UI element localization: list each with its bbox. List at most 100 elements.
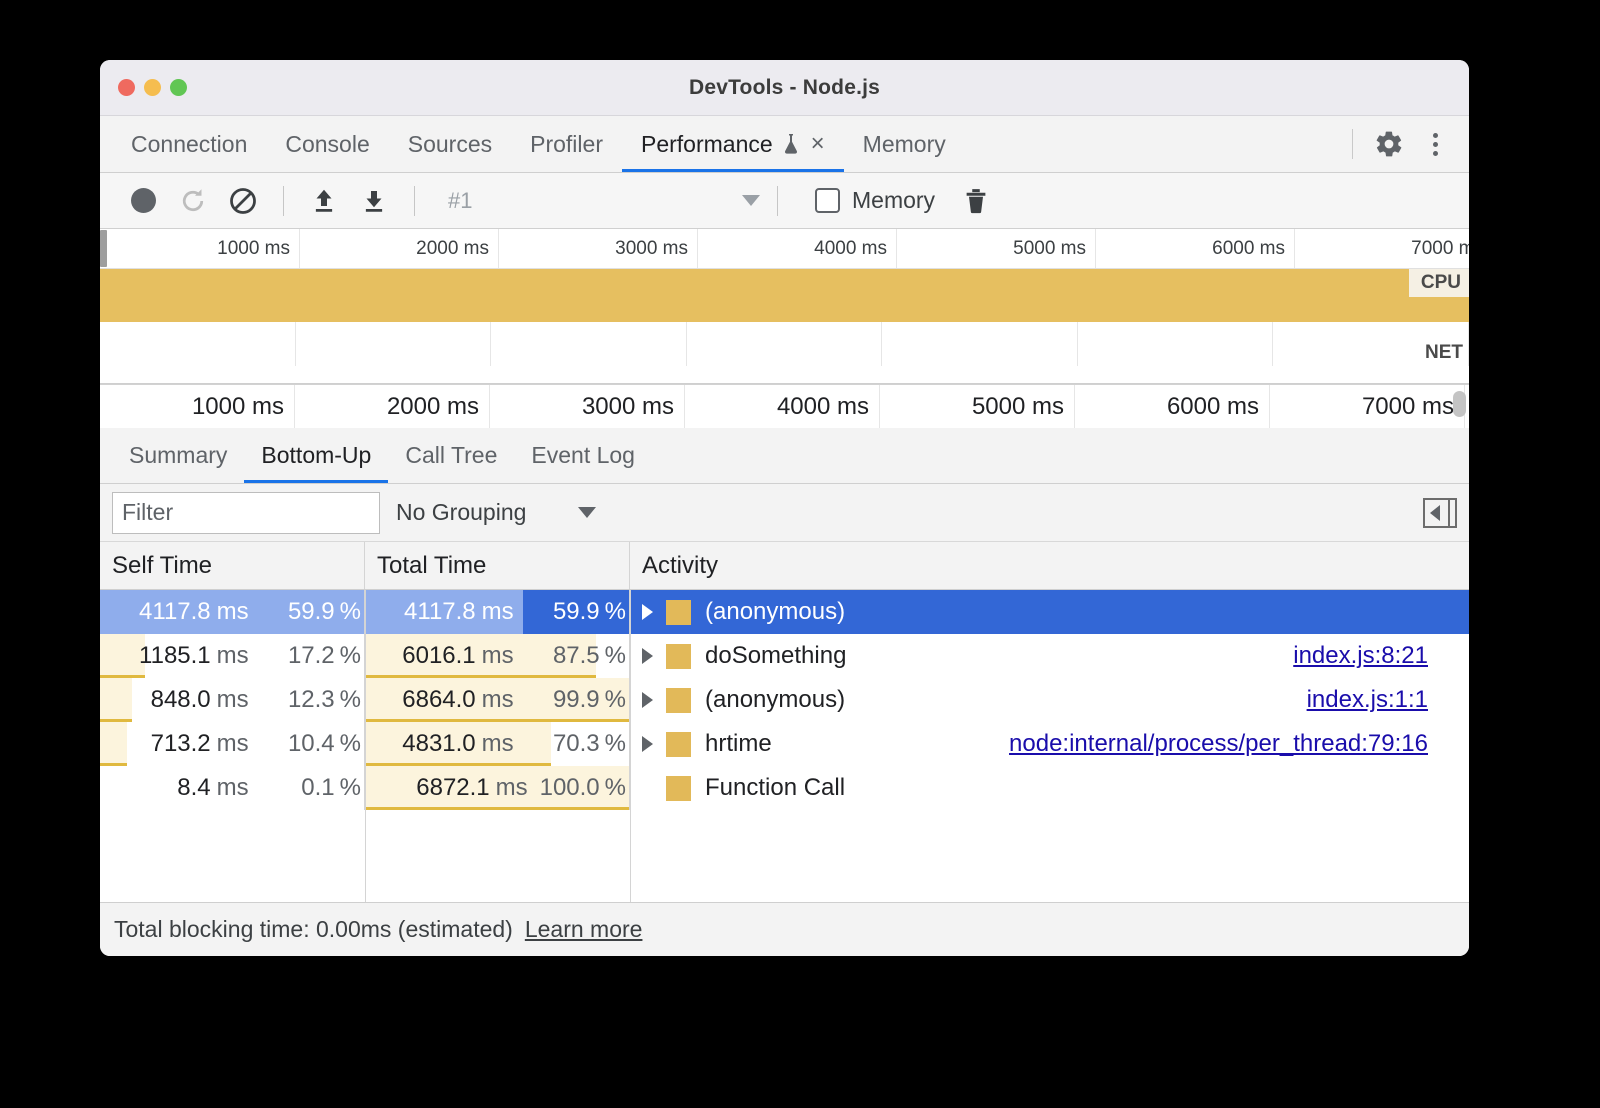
table-body: 4117.8 ms 59.9 % 4117.8 ms 59.9 % [100,590,1469,902]
main-tab-bar: Connection Console Sources Profiler Perf… [100,116,1469,173]
gear-icon[interactable] [1369,124,1409,164]
self-time-unit: ms [217,598,249,626]
activity-color-swatch [666,776,691,801]
table-row[interactable]: 8.4 ms 0.1 % 6872.1 ms 100.0 % [100,766,1469,810]
devtools-window: DevTools - Node.js Connection Console So… [100,60,1469,956]
cell-total-time: 6872.1 ms 100.0 % [365,766,630,810]
expand-arrow-icon[interactable] [642,604,653,620]
grouping-dropdown[interactable]: No Grouping [396,499,596,526]
tab-call-tree[interactable]: Call Tree [388,428,514,483]
cpu-usage-band: CPU [100,269,1469,322]
self-time-percent: 59.9 [263,598,335,626]
tab-sources[interactable]: Sources [389,116,511,172]
ruler-tick: 7000 ms [1270,385,1465,428]
self-time-bar [100,678,132,722]
expand-arrow-icon[interactable] [642,692,653,708]
memory-checkbox-label: Memory [852,187,935,214]
total-time-unit: ms [496,774,528,802]
percent-symbol: % [340,730,361,758]
total-time-value: 6864.0 [402,686,475,714]
tab-console[interactable]: Console [266,116,388,172]
source-link[interactable]: node:internal/process/per_thread:79:16 [1009,730,1428,758]
tabbar-actions [1342,116,1469,172]
timeline-scrollbar-thumb[interactable] [1453,391,1466,417]
column-header-activity[interactable]: Activity [630,542,1469,589]
source-link[interactable]: index.js:1:1 [1307,686,1428,714]
reload-icon[interactable] [170,179,216,223]
total-time-unit: ms [482,642,514,670]
source-link[interactable]: index.js:8:21 [1293,642,1428,670]
tab-summary[interactable]: Summary [112,428,244,483]
tab-label: Performance [641,131,773,158]
download-arrow-icon[interactable] [351,179,397,223]
ruler-tick: 3000 ms [490,385,685,428]
upload-arrow-icon[interactable] [301,179,347,223]
filter-input[interactable] [112,492,380,534]
activity-name: (anonymous) [705,686,845,714]
activity-name: doSomething [705,642,846,670]
total-time-value: 4831.0 [402,730,475,758]
divider [283,186,284,216]
tab-event-log[interactable]: Event Log [514,428,652,483]
table-row[interactable]: 848.0 ms 12.3 % 6864.0 ms 99.9 % [100,678,1469,722]
tab-label: Call Tree [405,442,497,469]
window-title: DevTools - Node.js [100,76,1469,100]
no-entry-icon[interactable] [220,179,266,223]
column-header-self-time[interactable]: Self Time [100,542,365,589]
column-header-total-time[interactable]: Total Time [365,542,630,589]
table-header-row: Self Time Total Time Activity [100,542,1469,590]
kebab-menu-icon[interactable] [1415,124,1455,164]
total-time-percent: 59.9 [528,598,600,626]
tab-connection[interactable]: Connection [112,116,266,172]
total-time-percent: 70.3 [528,730,600,758]
total-time-value: 4117.8 [404,598,476,626]
self-time-value: 848.0 [151,686,211,714]
timeline-ruler-bottom: 1000 ms 2000 ms 3000 ms 4000 ms 5000 ms … [100,384,1469,428]
ruler-tick: 4000 ms [698,229,897,268]
collapse-sidebar-icon[interactable] [1423,498,1457,528]
percent-symbol: % [605,642,626,670]
percent-symbol: % [340,774,361,802]
ruler-tick: 7000 ms [1295,229,1469,268]
cell-activity: doSomething index.js:8:21 [630,634,1469,678]
close-icon[interactable]: × [811,132,825,156]
cell-activity: (anonymous) index.js:1:1 [630,678,1469,722]
activity-color-swatch [666,644,691,669]
percent-symbol: % [340,686,361,714]
filter-bar: No Grouping [100,484,1469,542]
percent-symbol: % [340,598,361,626]
timeline-overview[interactable]: 1000 ms 2000 ms 3000 ms 4000 ms 5000 ms … [100,229,1469,384]
tab-label: Event Log [531,442,635,469]
trash-icon[interactable] [953,179,999,223]
self-time-unit: ms [217,642,249,670]
tab-label: Connection [131,131,247,158]
self-time-percent: 17.2 [263,642,335,670]
record-circle-icon[interactable] [120,179,166,223]
table-row[interactable]: 4117.8 ms 59.9 % 4117.8 ms 59.9 % [100,590,1469,634]
grouping-label: No Grouping [396,499,526,526]
tab-profiler[interactable]: Profiler [511,116,622,172]
table-row[interactable]: 1185.1 ms 17.2 % 6016.1 ms 87.5 % [100,634,1469,678]
activity-color-swatch [666,600,691,625]
blocking-time-text: Total blocking time: 0.00ms (estimated) [114,916,513,943]
tab-memory[interactable]: Memory [844,116,965,172]
checkbox-box[interactable] [815,188,840,213]
activity-color-swatch [666,688,691,713]
self-time-percent: 10.4 [263,730,335,758]
memory-checkbox[interactable]: Memory [815,187,935,214]
percent-symbol: % [605,598,626,626]
expand-arrow-icon[interactable] [642,648,653,664]
learn-more-link[interactable]: Learn more [525,916,643,943]
cell-self-time: 1185.1 ms 17.2 % [100,634,365,678]
cell-total-time: 4831.0 ms 70.3 % [365,722,630,766]
total-time-value: 6016.1 [402,642,475,670]
ruler-tick: 1000 ms [100,385,295,428]
caret-down-icon[interactable] [742,195,760,206]
timeline-ruler-top: 1000 ms 2000 ms 3000 ms 4000 ms 5000 ms … [100,229,1469,269]
tab-label: Console [285,131,369,158]
expand-arrow-icon[interactable] [642,736,653,752]
table-row[interactable]: 713.2 ms 10.4 % 4831.0 ms 70.3 % [100,722,1469,766]
tab-performance[interactable]: Performance × [622,116,844,172]
tab-bottom-up[interactable]: Bottom-Up [244,428,388,483]
self-time-unit: ms [217,686,249,714]
